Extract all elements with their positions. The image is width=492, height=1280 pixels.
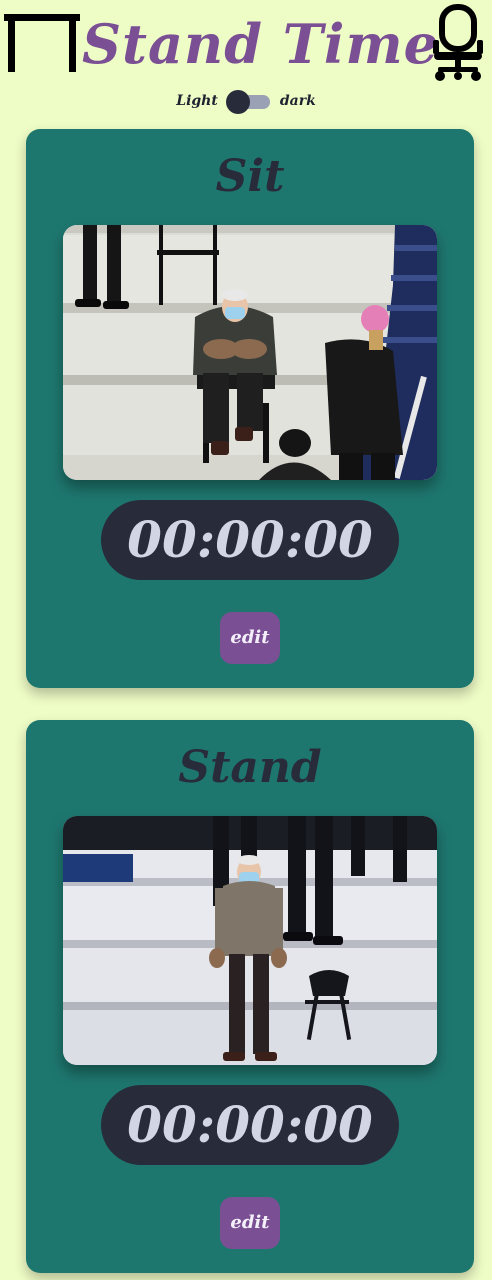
stand-card: Stand 00:00:00 edit (26, 720, 474, 1273)
theme-switch: Light dark (0, 88, 492, 114)
sit-photo (63, 225, 437, 480)
standing-desk-icon (4, 14, 80, 72)
sit-card-title: Sit (215, 151, 285, 202)
sit-edit-button[interactable]: edit (220, 612, 280, 664)
dark-theme-label: dark (279, 93, 316, 109)
stand-timer-display: 00:00:00 (101, 1085, 399, 1165)
stand-photo-image (63, 816, 437, 1065)
light-theme-label: Light (176, 93, 218, 109)
sit-card: Sit 00:00:00 edit (26, 129, 474, 688)
theme-toggle[interactable] (225, 90, 272, 114)
stand-card-title: Stand (178, 742, 322, 793)
app-header: Stand Time Light dark (0, 0, 492, 114)
stand-edit-button[interactable]: edit (220, 1197, 280, 1249)
stand-photo (63, 816, 437, 1065)
sit-photo-image (63, 225, 437, 480)
sit-timer-display: 00:00:00 (101, 500, 399, 580)
toggle-knob[interactable] (225, 90, 250, 114)
office-chair-icon (433, 4, 483, 81)
app-title: Stand Time (82, 12, 439, 76)
